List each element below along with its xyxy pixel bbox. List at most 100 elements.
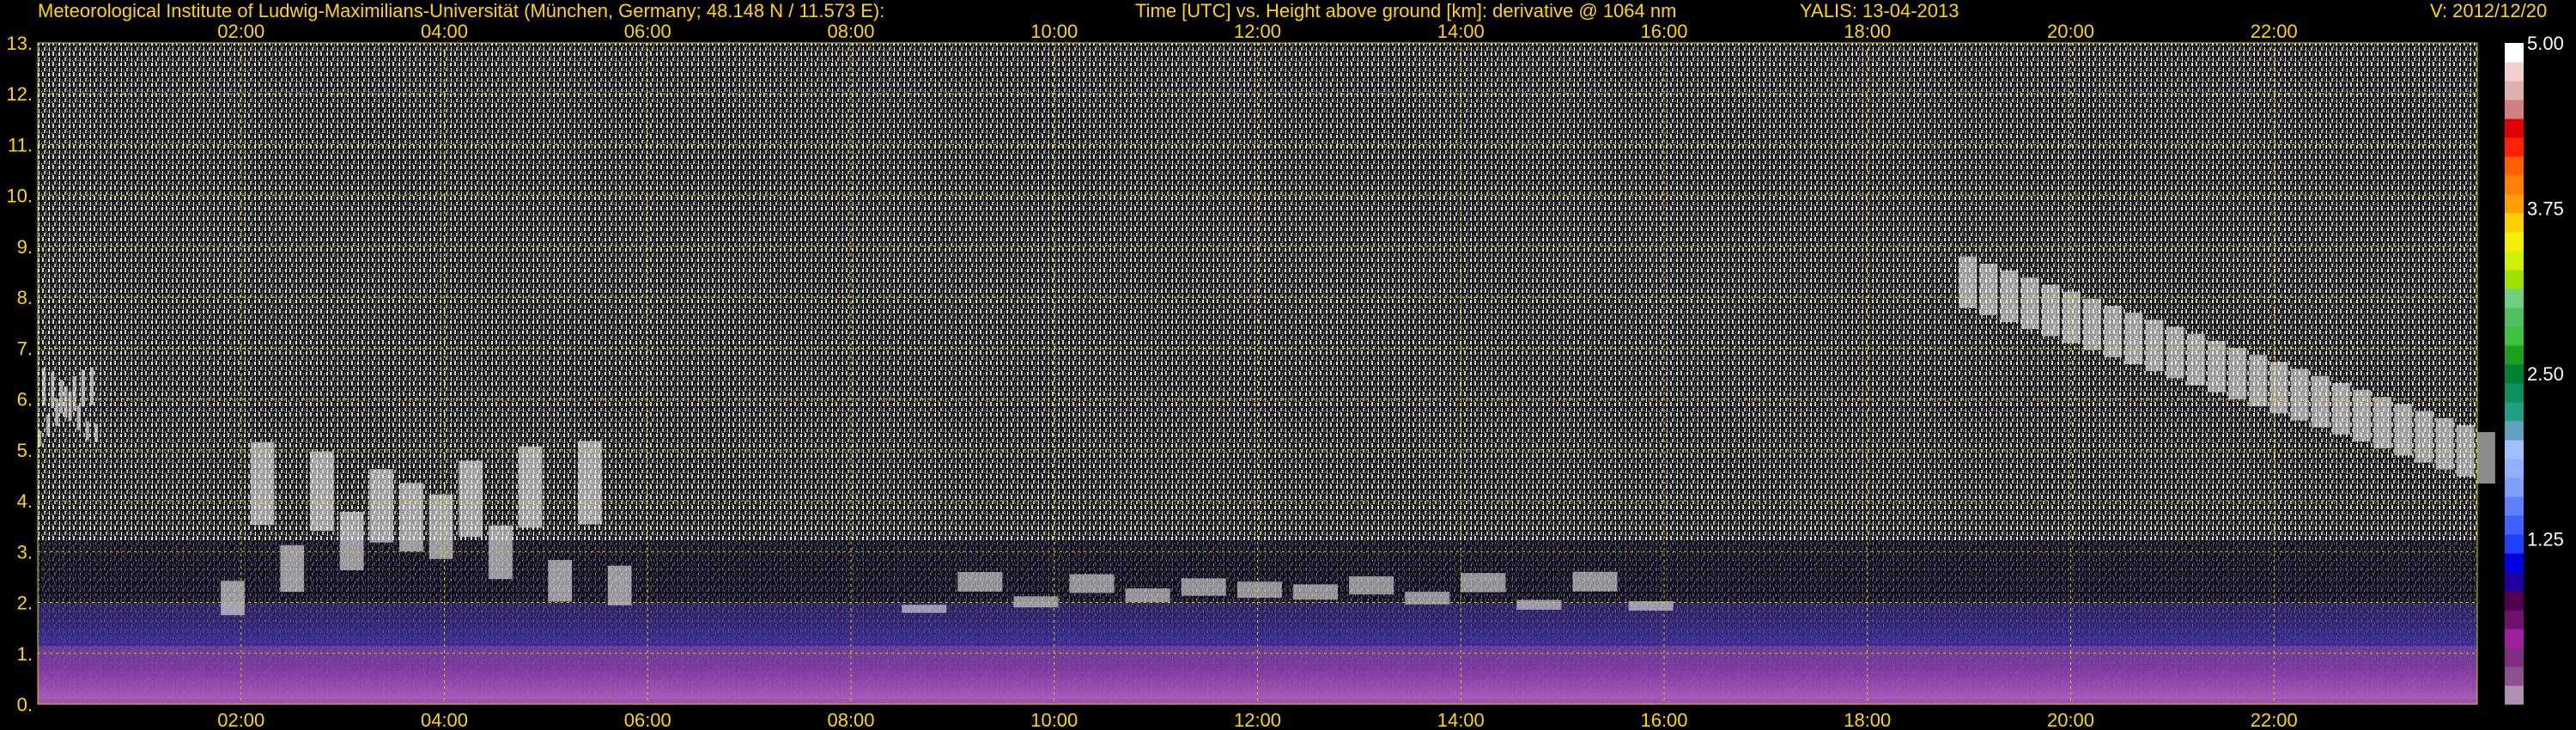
cirrus-segment [2435, 417, 2454, 470]
cloud-segment [1516, 599, 1562, 610]
y-tick-label: 8. [17, 287, 33, 308]
x-axis-ticks-bottom: 02:00 04:00 06:00 08:00 10:00 12:00 14:00 16:00… [217, 709, 2298, 730]
colorbar-tick-label: 3.75 [2527, 198, 2564, 220]
cirrus-segment [2104, 305, 2123, 357]
x-tick-label-bottom: 18:00 [1844, 709, 1891, 730]
cloud-segment [1125, 588, 1170, 603]
y-tick-label: 10. [6, 186, 33, 207]
x-tick-label-bottom: 14:00 [1437, 709, 1485, 730]
colorbar-swatch [2505, 326, 2524, 346]
cloud-segment [76, 405, 81, 430]
cloud-segment [369, 469, 394, 543]
cloud-segment [902, 605, 947, 613]
cirrus-segment [2166, 326, 2184, 379]
aerosol-bottom [38, 646, 2477, 700]
colorbar-swatch [2505, 81, 2524, 100]
x-tick-label-bottom: 06:00 [624, 709, 671, 730]
colorbar-swatch [2505, 629, 2524, 648]
cloud-segment [518, 446, 543, 528]
colorbar-swatch [2505, 100, 2524, 119]
colorbar-swatch [2505, 478, 2524, 497]
y-tick-label: 5. [17, 440, 33, 461]
cirrus-segment [2290, 368, 2309, 421]
cloud-segment [72, 376, 76, 411]
colorbar-swatch [2505, 43, 2524, 63]
colorbar-swatch [2505, 648, 2524, 667]
colorbar-swatch [2505, 213, 2524, 233]
colorbar: 5.00 3.75 2.50 1.25 [2505, 33, 2564, 705]
lidar-plot: 0. 1. 2. 3. 4. 5. 6. 7. 8. 9. 10. 11. 12. 13. 02:00 04… [6, 21, 2564, 730]
x-tick-label-bottom: 10:00 [1030, 709, 1078, 730]
colorbar-tick-label: 1.25 [2527, 529, 2564, 551]
cloud-segment [46, 414, 51, 436]
colorbar-swatch [2505, 440, 2524, 459]
cirrus-segment [2000, 271, 2019, 323]
cloud-segment [68, 391, 72, 422]
cirrus-segment [2083, 298, 2102, 350]
cloud-segment [85, 421, 89, 441]
y-tick-label: 1. [17, 643, 33, 665]
x-tick-label-top: 20:00 [2047, 21, 2094, 42]
colorbar-swatch [2505, 137, 2524, 157]
y-tick-label: 9. [17, 236, 33, 258]
cloud-segment [42, 368, 46, 406]
cirrus-segment [2331, 382, 2350, 435]
colorbar-swatch [2505, 534, 2524, 554]
colorbar-swatch [2505, 610, 2524, 630]
y-tick-label: 12. [6, 83, 33, 105]
y-axis-ticks: 0. 1. 2. 3. 4. 5. 6. 7. 8. 9. 10. 11. 12. 13. [6, 33, 33, 715]
cloud-segment [38, 430, 42, 447]
colorbar-tick-label: 2.50 [2527, 363, 2564, 385]
colorbar-swatch [2505, 459, 2524, 478]
cloud-segment [55, 399, 59, 426]
cloud-segment [548, 560, 573, 602]
cirrus-segment [2208, 340, 2226, 392]
cirrus-segment [1979, 263, 1998, 315]
colorbar-swatch [2505, 364, 2524, 384]
colorbar-swatch [2505, 194, 2524, 214]
colorbar-swatch [2505, 515, 2524, 535]
cloud-segment [1069, 574, 1115, 593]
colorbar-swatch [2505, 270, 2524, 289]
x-tick-label-bottom: 22:00 [2251, 709, 2298, 730]
colorbar-swatch [2505, 421, 2524, 441]
colorbar-tick-label: 5.00 [2527, 33, 2564, 54]
cloud-segment [310, 451, 334, 532]
x-tick-label-top: 06:00 [624, 21, 671, 42]
cirrus-segment [2373, 397, 2392, 449]
x-tick-label-bottom: 16:00 [1640, 709, 1687, 730]
colorbar-swatch [2505, 666, 2524, 686]
cloud-segment [81, 369, 85, 407]
x-tick-label-bottom: 04:00 [421, 709, 468, 730]
cirrus-segment [1959, 256, 1978, 308]
y-tick-label: 6. [17, 389, 33, 411]
colorbar-swatch [2505, 553, 2524, 573]
x-tick-label-top: 10:00 [1030, 21, 1078, 42]
cirrus-segment [2394, 404, 2413, 456]
cloud-segment [94, 423, 99, 442]
colorbar-swatch [2505, 402, 2524, 422]
colorbar-swatch [2505, 685, 2524, 705]
x-tick-label-top: 12:00 [1234, 21, 1281, 42]
cloud-segment [578, 441, 602, 525]
cloud-segment [489, 525, 513, 580]
cirrus-segment [2477, 432, 2495, 484]
x-axis-ticks-top: 02:00 04:00 06:00 08:00 10:00 12:00 14:00 16:00… [217, 21, 2298, 42]
cloud-segment [1461, 573, 1506, 593]
cloud-segment [280, 544, 305, 593]
colorbar-swatch [2505, 175, 2524, 195]
x-tick-label-bottom: 02:00 [217, 709, 264, 730]
colorbar-swatch [2505, 232, 2524, 252]
cirrus-segment [2063, 291, 2081, 344]
colorbar-swatch [2505, 119, 2524, 138]
colorbar-swatch [2505, 496, 2524, 516]
x-tick-label-top: 18:00 [1844, 21, 1891, 42]
colorbar-swatch [2505, 62, 2524, 82]
y-tick-label: 0. [17, 694, 33, 715]
cirrus-segment [2415, 411, 2433, 463]
cloud-segment [1349, 576, 1394, 595]
x-tick-label-top: 04:00 [421, 21, 468, 42]
cirrus-segment [2353, 390, 2372, 442]
x-tick-label-bottom: 08:00 [827, 709, 874, 730]
x-tick-label-top: 08:00 [827, 21, 874, 42]
